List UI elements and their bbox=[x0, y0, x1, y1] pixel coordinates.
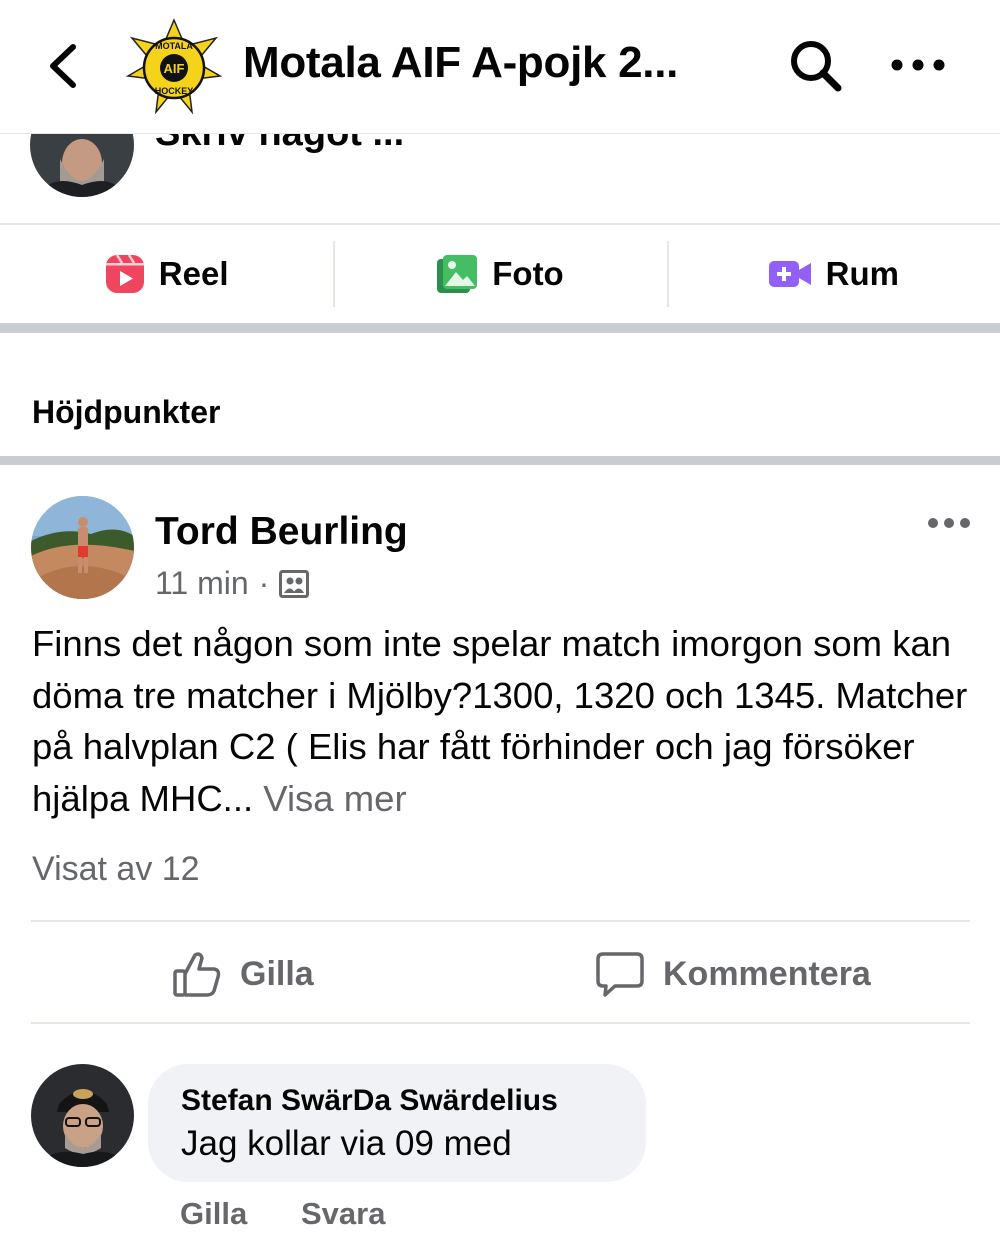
composer-actions: Reel Foto Rum bbox=[0, 225, 1000, 323]
post-meta: 11 min · bbox=[155, 565, 310, 602]
more-horizontal-icon bbox=[928, 518, 970, 528]
group-title[interactable]: Motala AIF A-pojk 2... bbox=[243, 38, 723, 88]
like-button[interactable]: Gilla bbox=[172, 944, 314, 1004]
reel-label: Reel bbox=[158, 255, 229, 292]
comment-button[interactable]: Kommentera bbox=[595, 944, 871, 1004]
comment-author-name[interactable]: Stefan SwärDa Swärdelius bbox=[181, 1084, 558, 1118]
comment-bubble-icon bbox=[596, 952, 644, 997]
photo-button[interactable]: Foto bbox=[333, 225, 666, 323]
logo-top-text: MOTALA bbox=[155, 41, 193, 51]
commenter-avatar[interactable] bbox=[31, 1064, 134, 1167]
photo-label: Foto bbox=[492, 255, 564, 292]
group-audience-icon bbox=[279, 569, 310, 598]
top-bar: AIF MOTALA HOCKEY Motala AIF A-pojk 2... bbox=[0, 0, 1000, 134]
see-more-link[interactable]: Visa mer bbox=[263, 778, 406, 819]
more-options-button[interactable] bbox=[888, 50, 948, 80]
post-text: Finns det någon som inte spelar match im… bbox=[32, 618, 977, 824]
search-icon bbox=[791, 41, 842, 92]
more-horizontal-icon bbox=[891, 59, 945, 71]
comment-label: Kommentera bbox=[663, 954, 871, 993]
comment-bubble[interactable] bbox=[148, 1064, 646, 1182]
divider bbox=[31, 920, 970, 922]
post-body-text: Finns det någon som inte spelar match im… bbox=[32, 623, 968, 819]
meta-separator: · bbox=[258, 565, 270, 601]
post-options-button[interactable] bbox=[924, 508, 974, 538]
section-separator bbox=[0, 323, 1000, 333]
room-button[interactable]: Rum bbox=[666, 225, 1000, 323]
back-button[interactable] bbox=[40, 38, 84, 94]
thumbs-up-icon bbox=[173, 952, 221, 997]
highlights-heading: Höjdpunkter bbox=[32, 394, 221, 430]
group-logo[interactable]: AIF MOTALA HOCKEY bbox=[125, 18, 223, 115]
logo-center-text: AIF bbox=[164, 61, 185, 76]
search-button[interactable] bbox=[786, 36, 846, 96]
chevron-left-icon bbox=[50, 44, 76, 88]
post-author-name[interactable]: Tord Beurling bbox=[155, 510, 408, 554]
video-room-icon bbox=[768, 261, 811, 287]
view-count[interactable]: Visat av 12 bbox=[32, 850, 200, 889]
post-author-avatar[interactable] bbox=[31, 496, 134, 599]
section-separator bbox=[0, 456, 1000, 465]
post-timestamp[interactable]: 11 min bbox=[155, 565, 249, 602]
reel-icon bbox=[105, 254, 144, 293]
logo-bottom-text: HOCKEY bbox=[155, 86, 194, 96]
like-label: Gilla bbox=[240, 954, 314, 993]
comment-reply-button[interactable]: Svara bbox=[301, 1196, 385, 1232]
comment-text: Jag kollar via 09 med bbox=[181, 1124, 512, 1163]
room-label: Rum bbox=[825, 255, 899, 292]
photo-icon bbox=[437, 255, 478, 293]
divider bbox=[31, 1022, 970, 1024]
comment-like-button[interactable]: Gilla bbox=[180, 1196, 247, 1232]
reel-button[interactable]: Reel bbox=[0, 225, 333, 323]
